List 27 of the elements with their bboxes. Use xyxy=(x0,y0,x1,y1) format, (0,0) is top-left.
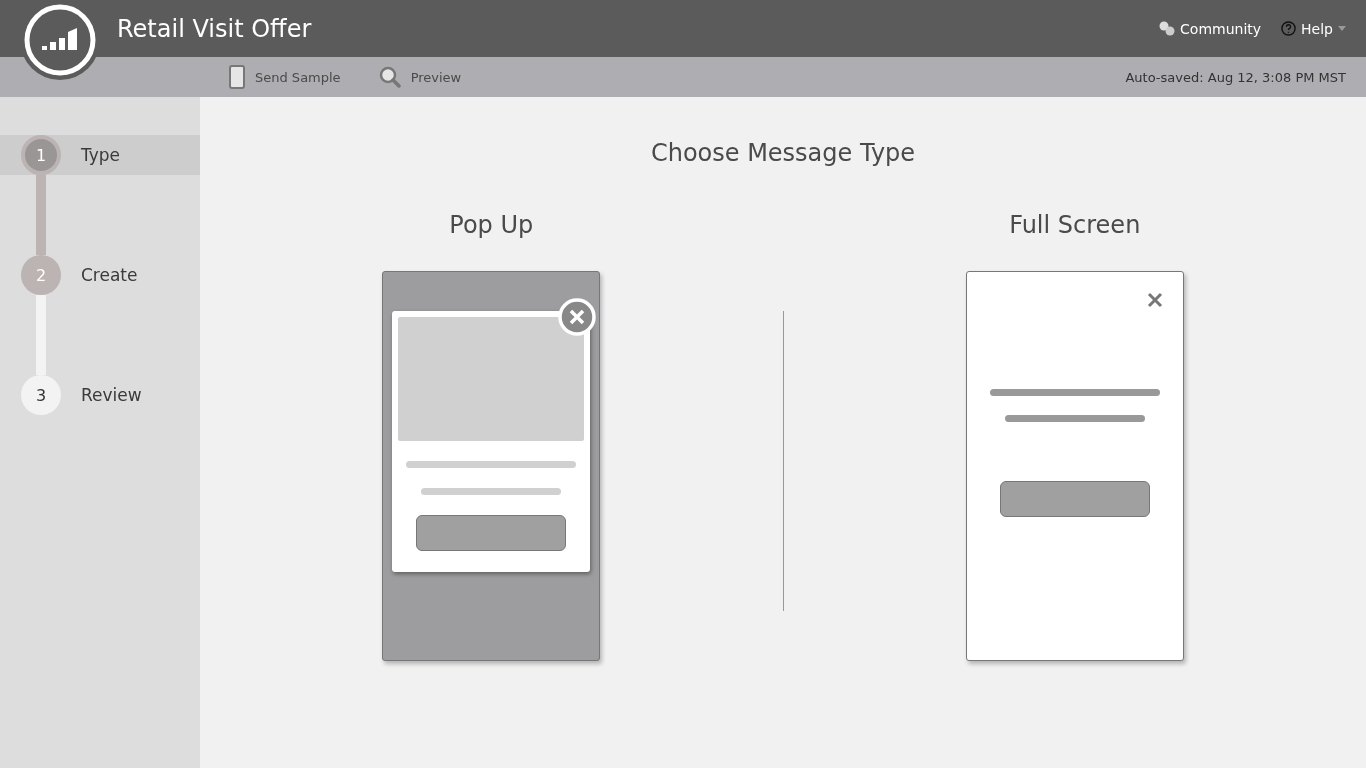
header-link[interactable]: Community xyxy=(1159,20,1262,37)
step-label: Create xyxy=(81,265,138,285)
phone-icon xyxy=(229,65,245,89)
section-title: Choose Message Type xyxy=(650,139,916,167)
step-number: 2 xyxy=(21,255,61,295)
chat-bubbles-icon xyxy=(1159,20,1176,37)
autosave-status: Auto-saved: Aug 12, 3:08 PM MST xyxy=(1125,69,1346,85)
close-icon xyxy=(1146,292,1163,308)
popup-option-card[interactable] xyxy=(382,271,601,661)
step-number: 3 xyxy=(21,375,61,415)
toolbar-button[interactable]: Preview xyxy=(378,66,462,88)
close-icon xyxy=(558,298,597,336)
toolbar-button[interactable]: Send Sample xyxy=(229,65,341,89)
step-item[interactable]: 3 Review xyxy=(0,375,200,415)
header-link[interactable]: Help xyxy=(1281,20,1346,37)
option-label: Full Screen xyxy=(1009,211,1141,241)
fullscreen-option-card[interactable] xyxy=(965,271,1184,661)
help-icon xyxy=(1281,21,1297,36)
search-icon xyxy=(378,66,401,88)
step-number: 1 xyxy=(21,135,61,175)
step-item[interactable]: 2 Create xyxy=(0,255,200,295)
step-item[interactable]: 1 Type xyxy=(0,135,200,175)
option-label: Pop Up xyxy=(449,211,534,241)
step-label: Type xyxy=(81,145,121,165)
caret-icon xyxy=(1338,26,1346,31)
step-label: Review xyxy=(81,385,142,405)
page-title: Retail Visit Offer xyxy=(117,14,313,43)
